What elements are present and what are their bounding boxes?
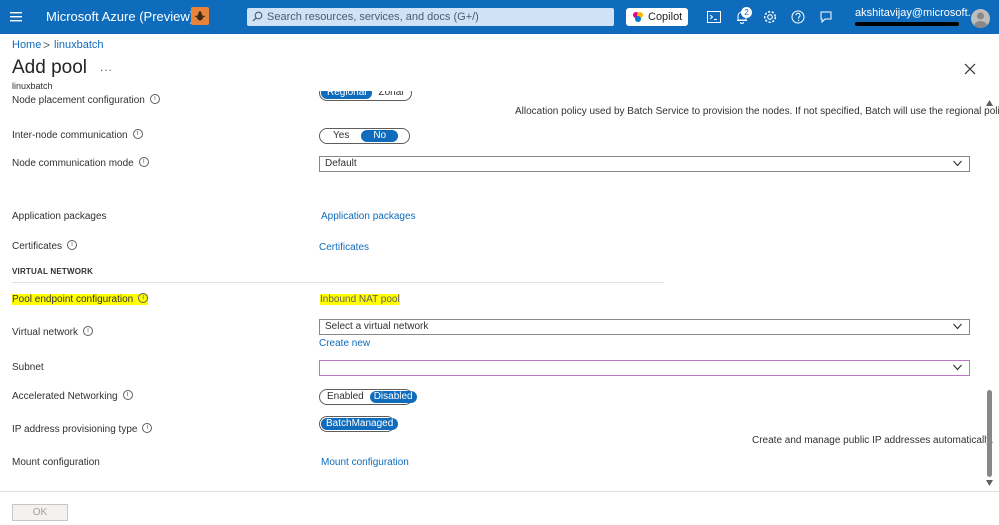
close-icon[interactable] bbox=[964, 63, 976, 75]
node-comm-mode-label: Node communication mode i bbox=[12, 157, 149, 169]
ip-provisioning-label: IP address provisioning type i bbox=[12, 423, 153, 435]
notification-badge: 2 bbox=[741, 7, 752, 18]
info-icon[interactable]: i bbox=[138, 293, 149, 304]
toggle-option-batchmanaged[interactable]: BatchManaged bbox=[321, 418, 399, 430]
mount-config-label: Mount configuration bbox=[12, 457, 100, 468]
ip-provisioning-description: Create and manage public IP addresses au… bbox=[752, 435, 994, 446]
vertical-scrollbar[interactable] bbox=[984, 100, 994, 490]
certificates-label: Certificates i bbox=[12, 240, 78, 252]
breadcrumb-linuxbatch[interactable]: linuxbatch bbox=[54, 39, 104, 51]
section-divider bbox=[12, 282, 664, 283]
accelerated-networking-label: Accelerated Networking i bbox=[12, 390, 133, 402]
node-comm-mode-select[interactable]: Default bbox=[319, 156, 970, 172]
virtual-network-select[interactable]: Select a virtual network bbox=[319, 319, 970, 335]
info-icon[interactable]: i bbox=[138, 157, 149, 168]
cloud-shell-icon[interactable] bbox=[706, 9, 722, 25]
inter-node-label: Inter-node communication i bbox=[12, 129, 143, 141]
breadcrumb-home[interactable]: Home bbox=[12, 39, 41, 51]
accelerated-networking-toggle[interactable]: Enabled Disabled bbox=[319, 389, 417, 405]
info-icon[interactable]: i bbox=[142, 423, 153, 434]
node-placement-toggle-clip: Regional Zonal bbox=[319, 91, 414, 103]
redaction-scribble bbox=[855, 22, 959, 26]
pool-endpoint-label: Pool endpoint configuration i bbox=[12, 293, 149, 305]
copilot-label: Copilot bbox=[648, 11, 683, 23]
search-input[interactable]: Search resources, services, and docs (G+… bbox=[247, 8, 614, 26]
toggle-option-enabled[interactable]: Enabled bbox=[321, 391, 370, 403]
node-comm-mode-value: Default bbox=[325, 158, 357, 169]
search-placeholder: Search resources, services, and docs (G+… bbox=[267, 11, 479, 23]
create-new-link[interactable]: Create new bbox=[319, 338, 370, 349]
copilot-icon bbox=[633, 12, 643, 22]
subnet-label: Subnet bbox=[12, 362, 44, 373]
mount-config-link[interactable]: Mount configuration bbox=[321, 457, 409, 468]
breadcrumb-separator: > bbox=[43, 38, 51, 52]
more-options-icon[interactable]: ... bbox=[100, 60, 113, 74]
page-subtitle: linuxbatch bbox=[12, 81, 53, 91]
bug-icon[interactable] bbox=[191, 7, 209, 25]
scrollbar-thumb[interactable] bbox=[987, 390, 992, 477]
info-icon[interactable]: i bbox=[122, 390, 133, 401]
app-packages-link[interactable]: Application packages bbox=[321, 211, 416, 222]
help-icon[interactable] bbox=[790, 9, 806, 25]
node-placement-label: Node placement configuration i bbox=[12, 94, 160, 106]
gear-icon[interactable] bbox=[762, 9, 778, 25]
app-packages-label: Application packages bbox=[12, 211, 107, 222]
inter-node-toggle[interactable]: Yes No bbox=[319, 128, 410, 144]
info-icon[interactable]: i bbox=[132, 129, 143, 140]
avatar[interactable] bbox=[971, 9, 990, 28]
feedback-icon[interactable] bbox=[818, 9, 834, 25]
info-icon[interactable]: i bbox=[82, 326, 93, 337]
subnet-select[interactable] bbox=[319, 360, 970, 376]
node-placement-toggle[interactable]: Regional Zonal bbox=[319, 91, 412, 101]
virtual-network-label: Virtual network i bbox=[12, 326, 93, 338]
node-placement-description: Allocation policy used by Batch Service … bbox=[515, 106, 999, 117]
section-heading-virtual-network: VIRTUAL NETWORK bbox=[12, 267, 94, 276]
page-title: Add pool bbox=[12, 57, 88, 78]
footer-divider bbox=[0, 491, 999, 492]
top-bar: Microsoft Azure (Preview) Search resourc… bbox=[0, 0, 999, 34]
user-account[interactable]: akshitavijay@microsoft... bbox=[855, 7, 977, 19]
copilot-button[interactable]: Copilot bbox=[626, 8, 688, 26]
virtual-network-placeholder: Select a virtual network bbox=[325, 321, 429, 332]
chevron-down-icon bbox=[953, 323, 962, 330]
portal-brand[interactable]: Microsoft Azure (Preview) bbox=[46, 9, 194, 24]
scroll-down-icon[interactable] bbox=[986, 480, 993, 486]
info-icon[interactable]: i bbox=[67, 240, 78, 251]
toggle-option-no[interactable]: No bbox=[361, 130, 399, 142]
info-icon[interactable]: i bbox=[149, 94, 160, 105]
inbound-nat-pool-link[interactable]: Inbound NAT pool bbox=[320, 294, 400, 305]
scroll-up-icon[interactable] bbox=[986, 100, 993, 106]
chevron-down-icon bbox=[953, 160, 962, 167]
toggle-option-zonal[interactable]: Zonal bbox=[372, 91, 409, 99]
toggle-option-regional[interactable]: Regional bbox=[321, 91, 373, 99]
toggle-option-disabled[interactable]: Disabled bbox=[369, 391, 417, 403]
ip-provisioning-toggle[interactable]: BatchManaged bbox=[319, 416, 399, 432]
search-icon bbox=[252, 11, 263, 22]
toggle-option-yes[interactable]: Yes bbox=[321, 130, 361, 142]
certificates-link[interactable]: Certificates bbox=[319, 242, 369, 253]
menu-icon[interactable] bbox=[8, 8, 26, 26]
ok-button[interactable]: OK bbox=[12, 504, 68, 521]
chevron-down-icon bbox=[953, 364, 962, 371]
